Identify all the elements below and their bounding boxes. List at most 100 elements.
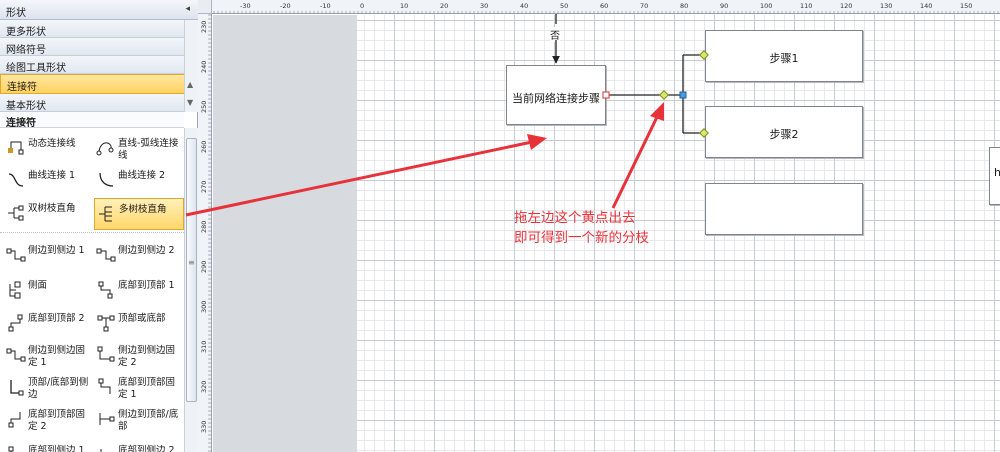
ruler-top-label: 130 [880, 2, 892, 10]
ruler-top-label: -10 [320, 2, 331, 10]
section-divider [0, 232, 184, 233]
section-title-label: 连接符 [6, 118, 36, 129]
connector-shape-item[interactable]: 侧面 [4, 275, 94, 307]
connector-shape-item[interactable]: 顶部/底部到侧边 [4, 372, 94, 404]
connector-shape-label: 侧边到侧边固定 1 [28, 345, 86, 368]
ruler-top-label: 40 [520, 2, 528, 10]
annotation-line-2: 即可得到一个新的分枝 [514, 230, 649, 246]
connector-shape-label: 底部到顶部 1 [118, 280, 175, 291]
ruler-left-label: 330 [200, 421, 208, 433]
shapes-list-scrollbar[interactable]: ≡ [184, 128, 198, 452]
connector-shape-item[interactable]: 侧边到侧边 2 [94, 240, 184, 272]
connector-shape-label: 动态连接线 [28, 138, 76, 149]
annotation-text: 拖左边这个黄点出去 即可得到一个新的分枝 [514, 208, 649, 248]
connector-shape-item[interactable]: 曲线连接 2 [94, 165, 184, 197]
connector-shape-item[interactable]: 顶部或底部 [94, 308, 184, 340]
dynamic-connector-icon [6, 138, 26, 158]
current-step-shape[interactable]: 当前网络连接步骤 [506, 65, 606, 125]
ruler-left: 230 240 250 260 270 280 290 300 310 320 330 [198, 14, 212, 452]
scroll-up-icon[interactable]: ▲ [187, 80, 193, 89]
connector-shape-label: 曲线连接 1 [28, 170, 76, 181]
scroll-down-icon[interactable]: ▼ [187, 98, 193, 107]
connector-shape-item[interactable]: 多树枝直角 [94, 198, 184, 230]
connector-shape-item[interactable]: 侧边到顶部/底部 [94, 404, 184, 436]
connector-shape-item[interactable]: 底部到顶部固定 1 [94, 372, 184, 404]
shape-text: 步骤2 [769, 128, 799, 141]
multi-tree-square-icon [97, 204, 117, 224]
connector-shape-item[interactable]: 底部到顶部 2 [4, 308, 94, 340]
ruler-top-label: 90 [720, 2, 728, 10]
ruler-top-label: 150 [960, 2, 972, 10]
ruler-top-label: 0 [360, 2, 364, 10]
bottom-to-top-fixed-1-icon [96, 377, 116, 397]
shape-text: 当前网络连接步骤 [512, 92, 600, 105]
connector-shape-item[interactable]: 底部到顶部固定 2 [4, 404, 94, 436]
ruler-left-label: 300 [200, 301, 208, 313]
side-icon [6, 280, 26, 300]
connector-shape-label: 侧边到侧边 1 [28, 245, 85, 256]
curve-connector-1-icon [6, 170, 26, 190]
stencil-label: 绘图工具形状 [6, 63, 66, 74]
ruler-left-label: 260 [200, 141, 208, 153]
connector-shape-item[interactable]: 曲线连接 1 [4, 165, 94, 197]
connector-shape-label: 底部到顶部 2 [28, 313, 85, 324]
connector-shape-label: 双树枝直角 [28, 203, 76, 214]
curve-connector-2-icon [96, 170, 116, 190]
connector-shape-label: 底部到顶部固定 1 [118, 377, 176, 400]
connector-shape-item[interactable]: 侧边到侧边固定 1 [4, 340, 94, 372]
connector-shape-item[interactable]: 动态连接线 [4, 133, 94, 165]
scroll-grip-icon: ≡ [188, 258, 195, 267]
annotation-line-1: 拖左边这个黄点出去 [514, 210, 636, 226]
side-to-side-fixed-2-icon [96, 345, 116, 365]
ruler-top-label: 140 [920, 2, 932, 10]
connector-shape-item[interactable]: 底部到侧边 1 [4, 440, 94, 452]
ruler-left-label: 310 [200, 341, 208, 353]
drawing-page[interactable]: 否 当前网络连接步骤 步骤1 步骤2 h [357, 15, 1000, 452]
stencil-more-shapes[interactable]: 更多形状 ▸ [0, 20, 198, 38]
scrollbar-thumb[interactable] [186, 138, 197, 402]
ruler-left-label: 240 [200, 61, 208, 73]
ruler-left-label: 230 [200, 21, 208, 33]
stencil-connectors[interactable]: 连接符 [0, 74, 198, 94]
connector-label-no[interactable]: 否 [550, 27, 560, 42]
bottom-to-side-2-icon [96, 445, 116, 452]
connector-shape-label: 曲线连接 2 [118, 170, 166, 181]
connector-shape-item[interactable]: 侧边到侧边 1 [4, 240, 94, 272]
stencil-label: 基本形状 [6, 101, 46, 112]
stencil-label: 连接符 [7, 82, 37, 93]
stencil-drawing-tool-shapes[interactable]: 绘图工具形状 [0, 56, 198, 74]
side-to-top-bottom-icon [96, 409, 116, 429]
bottom-to-top-1-icon [96, 280, 116, 300]
side-to-side-2-icon [96, 245, 116, 265]
connector-shape-label: 顶部或底部 [118, 313, 166, 324]
ruler-top-label: 80 [680, 2, 688, 10]
step1-shape[interactable]: 步骤1 [705, 30, 863, 82]
stencil-network-symbols[interactable]: 网络符号 [0, 38, 198, 56]
connector-shape-item[interactable]: 直线-弧线连接线 [94, 133, 184, 165]
top-or-bottom-icon [96, 313, 116, 333]
stencil-list-scrollbar[interactable]: ▲ ▼ [184, 20, 198, 112]
connector-shape-label: 多树枝直角 [119, 204, 167, 215]
connectors-section-title: 连接符 [0, 112, 184, 129]
shape-text: h [994, 166, 1000, 179]
bottom-to-side-1-icon [6, 445, 26, 452]
step2-shape[interactable]: 步骤2 [705, 106, 863, 158]
connector-shape-item[interactable]: 底部到顶部 1 [94, 275, 184, 307]
connector-shape-item[interactable]: 双树枝直角 [4, 198, 94, 230]
line-curve-connector-icon [96, 138, 116, 158]
empty-step-shape[interactable] [705, 183, 863, 235]
shape-text: 步骤1 [769, 52, 799, 65]
offscreen-shape[interactable]: h [989, 147, 1000, 205]
ruler-top: -30 -20 -10 0 10 20 30 40 50 60 70 80 90 100 110 120 130… [212, 0, 1000, 14]
connector-shape-label: 顶部/底部到侧边 [28, 377, 89, 400]
side-to-side-fixed-1-icon [6, 345, 26, 365]
connector-shape-item[interactable]: 底部到侧边 2 [94, 440, 184, 452]
ruler-left-label: 270 [200, 181, 208, 193]
connector-shape-item[interactable]: 侧边到侧边固定 2 [94, 340, 184, 372]
stencil-basic-shapes[interactable]: 基本形状 [0, 94, 198, 112]
ruler-corner [198, 0, 212, 14]
ruler-left-label: 320 [200, 381, 208, 393]
ruler-top-label: -30 [240, 2, 251, 10]
shapes-panel-header: 形状 ◂ [0, 0, 198, 20]
collapse-panel-icon[interactable]: ◂ [185, 4, 190, 14]
